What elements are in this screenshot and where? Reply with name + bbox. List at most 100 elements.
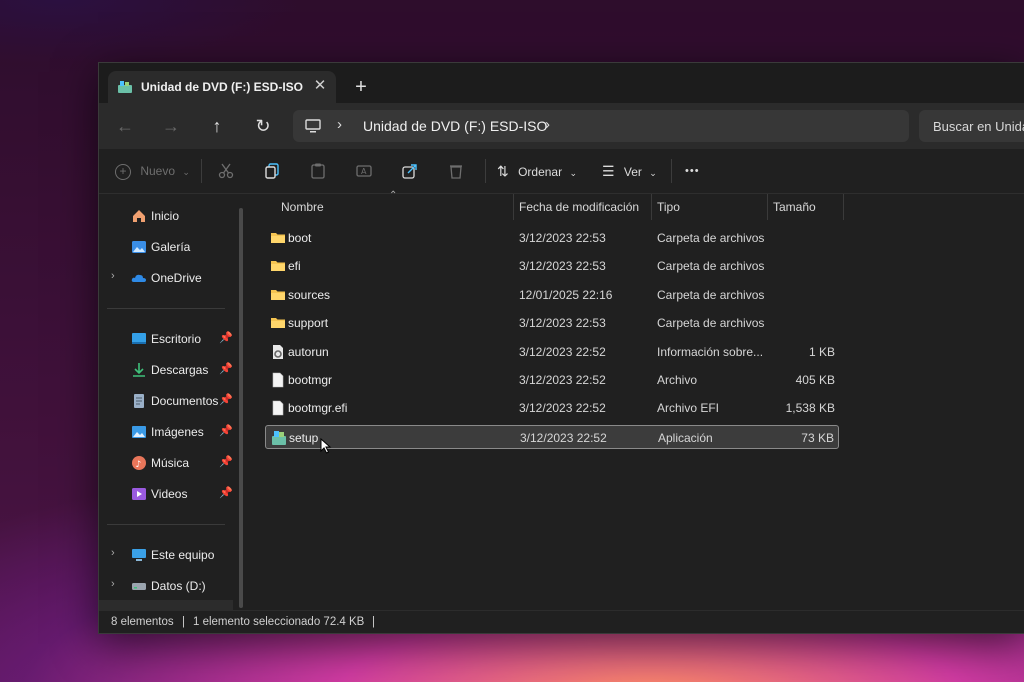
chevron-right-icon[interactable]: › xyxy=(111,578,115,590)
sidebar-item-inicio[interactable]: Inicio xyxy=(99,202,237,230)
file-row[interactable]: autorun 3/12/2023 22:52 Información sobre.… xyxy=(265,340,839,364)
paste-icon[interactable] xyxy=(309,162,327,180)
up-button[interactable]: ↑ xyxy=(204,114,230,138)
new-button[interactable]: + Nuevo ⌄ xyxy=(115,159,190,183)
file-date: 3/12/2023 22:52 xyxy=(519,344,606,359)
close-tab-button[interactable]: ✕ xyxy=(310,76,330,96)
file-name: sources xyxy=(288,287,331,302)
folder-icon xyxy=(270,230,286,246)
video-icon xyxy=(132,488,146,500)
sidebar-item-documentos[interactable]: Documentos 📌 xyxy=(99,387,237,415)
search-input[interactable]: Buscar en Unida xyxy=(919,110,1024,142)
tab-dvd-drive[interactable]: Unidad de DVD (F:) ESD-ISO ✕ xyxy=(108,71,336,103)
folder-icon xyxy=(270,258,286,274)
svg-text:A: A xyxy=(361,167,367,176)
breadcrumb-chevron-icon[interactable]: › xyxy=(545,116,550,133)
file-row[interactable]: sources 12/01/2025 22:16 Carpeta de archiv… xyxy=(265,283,839,307)
share-icon[interactable] xyxy=(401,162,419,180)
sidebar-item-este-equipo[interactable]: › Este equipo xyxy=(99,541,237,569)
file-name: efi xyxy=(288,259,301,274)
cut-icon[interactable] xyxy=(217,162,235,180)
copy-icon[interactable] xyxy=(263,162,281,180)
file-type: Carpeta de archivos xyxy=(657,287,765,302)
file-date: 3/12/2023 22:53 xyxy=(519,316,606,331)
plus-circle-icon: + xyxy=(115,163,131,180)
column-header-size[interactable]: Tamaño xyxy=(773,194,816,220)
pin-icon[interactable]: 📌 xyxy=(219,424,233,437)
column-divider[interactable] xyxy=(843,194,844,220)
sidebar-item-imagenes[interactable]: Imágenes 📌 xyxy=(99,418,237,446)
sidebar-item-onedrive[interactable]: › OneDrive xyxy=(99,264,237,292)
file-row[interactable]: setup 3/12/2023 22:52 Aplicación 73 KB xyxy=(265,424,839,449)
breadcrumb-chevron-icon[interactable]: › xyxy=(337,116,342,133)
music-icon: ♪ xyxy=(132,456,146,470)
tab-bar: Unidad de DVD (F:) ESD-ISO ✕ + xyxy=(99,63,1024,103)
file-icon xyxy=(270,372,286,388)
file-row[interactable]: efi 3/12/2023 22:53 Carpeta de archivos xyxy=(265,254,839,278)
chevron-down-icon: ⌄ xyxy=(182,167,190,177)
delete-icon[interactable] xyxy=(447,162,465,180)
pin-icon[interactable]: 📌 xyxy=(219,331,233,344)
sidebar-item-label: Escritorio xyxy=(151,332,202,346)
file-row[interactable]: boot 3/12/2023 22:53 Carpeta de archivos xyxy=(265,226,839,250)
file-name: support xyxy=(288,316,329,331)
file-size: 73 KB xyxy=(801,430,834,445)
pin-icon[interactable]: 📌 xyxy=(219,455,233,468)
column-divider[interactable] xyxy=(767,194,768,220)
rename-icon[interactable]: A xyxy=(355,162,373,180)
breadcrumb-current[interactable]: Unidad de DVD (F:) ESD-ISO xyxy=(363,118,547,134)
toolbar-divider xyxy=(201,159,202,183)
item-count: 8 elementos xyxy=(111,616,174,628)
refresh-button[interactable]: ↻ xyxy=(250,114,276,138)
sidebar-scrollbar[interactable] xyxy=(239,208,243,608)
forward-button[interactable]: → xyxy=(158,114,184,138)
back-button[interactable]: ← xyxy=(112,114,138,138)
chevron-right-icon[interactable]: › xyxy=(111,547,115,559)
cloud-icon xyxy=(131,274,146,282)
pin-icon[interactable]: 📌 xyxy=(219,362,233,375)
file-type: Carpeta de archivos xyxy=(657,259,765,274)
file-date: 12/01/2025 22:16 xyxy=(519,287,613,302)
view-button[interactable]: ☰ Ver ⌄ xyxy=(602,159,657,183)
more-options-button[interactable]: ••• xyxy=(685,159,700,183)
sort-icon: ⇅ xyxy=(497,163,509,179)
sidebar-item-escritorio[interactable]: Escritorio 📌 xyxy=(99,325,237,353)
file-date: 3/12/2023 22:53 xyxy=(519,231,606,245)
dvd-drive-icon xyxy=(118,81,132,93)
computer-icon xyxy=(305,119,321,133)
file-row[interactable]: bootmgr.efi 3/12/2023 22:52 Archivo EFI 1,5… xyxy=(265,396,839,420)
sidebar-item-label: Imágenes xyxy=(151,425,204,439)
column-divider[interactable] xyxy=(513,194,514,220)
toolbar-divider xyxy=(671,159,672,183)
pin-icon[interactable]: 📌 xyxy=(219,486,233,499)
address-bar[interactable]: › Unidad de DVD (F:) ESD-ISO › xyxy=(293,110,909,142)
sidebar-item-label: Inicio xyxy=(151,209,180,223)
svg-text:♪: ♪ xyxy=(136,460,142,470)
file-row[interactable]: support 3/12/2023 22:53 Carpeta de archivo… xyxy=(265,311,839,335)
column-divider[interactable] xyxy=(651,194,652,220)
file-type: Aplicación xyxy=(658,430,713,445)
file-row[interactable]: bootmgr 3/12/2023 22:52 Archivo 405 KB xyxy=(265,368,839,392)
sidebar-item-videos[interactable]: Videos 📌 xyxy=(99,480,237,508)
file-date: 3/12/2023 22:52 xyxy=(519,373,606,387)
sort-button[interactable]: ⇅ Ordenar ⌄ xyxy=(497,159,577,183)
navigation-bar: ← → ↑ ↻ › Unidad de DVD (F:) ESD-ISO › B… xyxy=(99,103,1024,149)
toolbar-divider xyxy=(485,159,486,183)
file-name: setup xyxy=(289,430,319,445)
sidebar-item-datos-d[interactable]: › Datos (D:) xyxy=(99,572,237,600)
column-header-date[interactable]: Fecha de modificación xyxy=(519,194,639,220)
file-date: 3/12/2023 22:52 xyxy=(520,430,607,445)
view-button-label: Ver xyxy=(623,165,642,179)
sidebar-item-galeria[interactable]: Galería xyxy=(99,233,237,261)
new-tab-button[interactable]: + xyxy=(349,75,373,99)
file-date: 3/12/2023 22:53 xyxy=(519,259,606,274)
pin-icon[interactable]: 📌 xyxy=(219,393,233,406)
download-icon xyxy=(133,363,145,377)
column-header-type[interactable]: Tipo xyxy=(657,194,680,220)
sidebar-divider xyxy=(107,524,225,525)
chevron-right-icon[interactable]: › xyxy=(111,270,115,282)
file-type: Carpeta de archivos xyxy=(657,231,765,245)
sidebar-item-descargas[interactable]: Descargas 📌 xyxy=(99,356,237,384)
column-header-name[interactable]: Nombre xyxy=(281,194,324,220)
sidebar-item-musica[interactable]: ♪ Música 📌 xyxy=(99,449,237,477)
